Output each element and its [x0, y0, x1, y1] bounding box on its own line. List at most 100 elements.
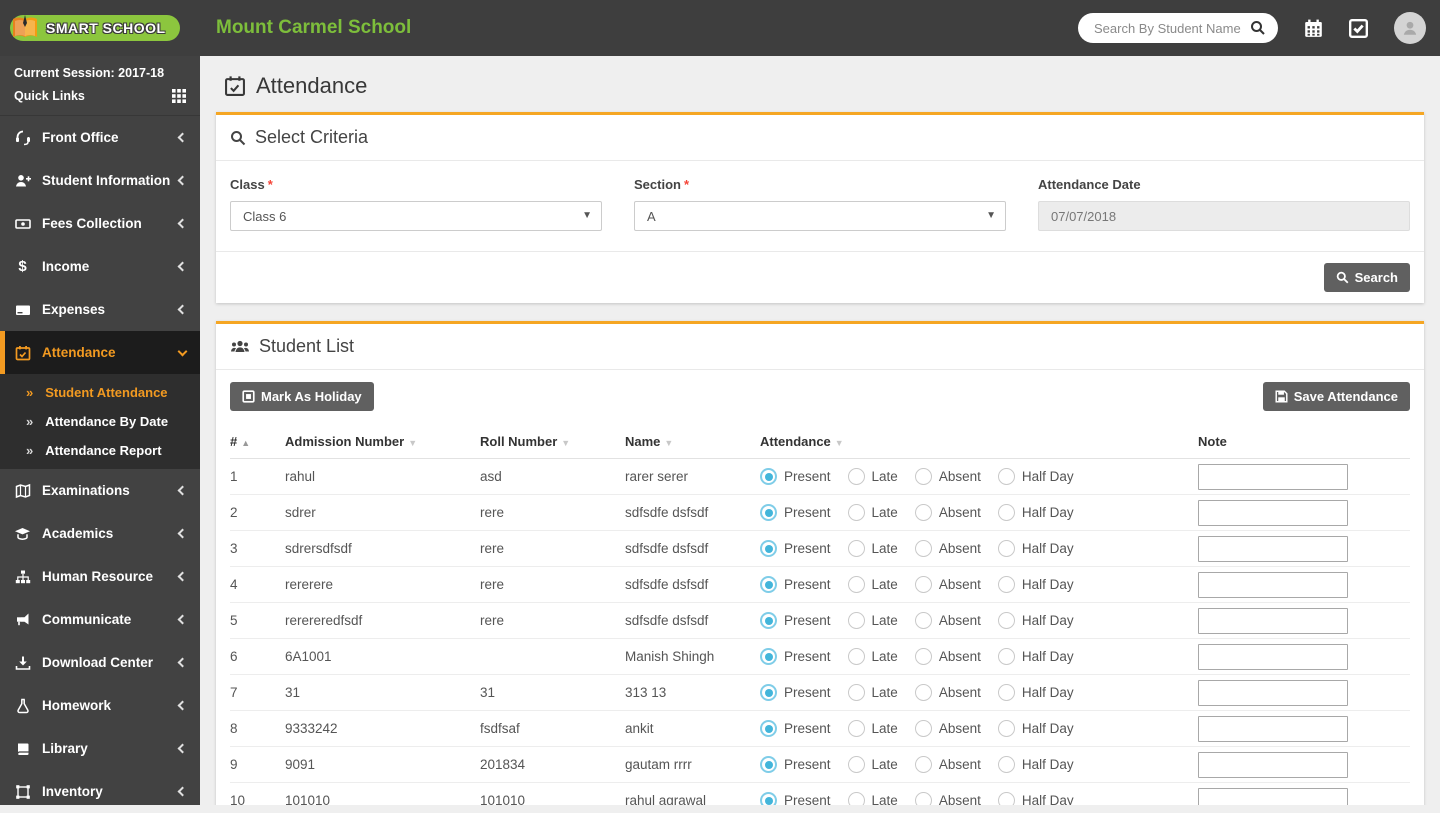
sidebar-item-examinations[interactable]: Examinations: [0, 469, 200, 512]
attendance-radio-absent[interactable]: [915, 792, 932, 805]
sidebar-item-label: Academics: [42, 526, 113, 541]
attendance-radio-halfday[interactable]: [998, 468, 1015, 485]
attendance-radio-present[interactable]: [760, 540, 777, 557]
attendance-radio-halfday[interactable]: [998, 540, 1015, 557]
task-check-icon[interactable]: [1349, 19, 1368, 38]
sidebar-item-expenses[interactable]: Expenses: [0, 288, 200, 331]
attendance-radio-halfday[interactable]: [998, 756, 1015, 773]
attendance-radio-absent[interactable]: [915, 720, 932, 737]
sidebar-item-student-information[interactable]: Student Information: [0, 159, 200, 202]
sidebar-item-income[interactable]: $ Income: [0, 245, 200, 288]
attendance-radio-present[interactable]: [760, 648, 777, 665]
attendance-radio-absent[interactable]: [915, 504, 932, 521]
attendance-date-input[interactable]: 07/07/2018: [1038, 201, 1410, 231]
column-header-note[interactable]: Note: [1198, 434, 1227, 449]
student-table: #▲ Admission Number▼ Roll Number▼ Name▼ …: [230, 425, 1410, 805]
attendance-radio-present[interactable]: [760, 684, 777, 701]
attendance-radio-absent[interactable]: [915, 648, 932, 665]
note-input[interactable]: [1198, 464, 1348, 490]
attendance-radio-late[interactable]: [848, 504, 865, 521]
note-input[interactable]: [1198, 500, 1348, 526]
attendance-radio-late[interactable]: [848, 792, 865, 805]
note-input[interactable]: [1198, 536, 1348, 562]
student-name: sdfsdfe dsfsdf: [625, 613, 708, 628]
attendance-radio-absent[interactable]: [915, 612, 932, 629]
row-number: 7: [230, 685, 238, 700]
sidebar-item-library[interactable]: Library: [0, 727, 200, 770]
attendance-radio-late[interactable]: [848, 720, 865, 737]
submenu-item-attendance-report[interactable]: »Attendance Report: [0, 436, 200, 465]
attendance-radio-present[interactable]: [760, 576, 777, 593]
save-attendance-button[interactable]: Save Attendance: [1263, 382, 1410, 411]
attendance-radio-halfday[interactable]: [998, 612, 1015, 629]
attendance-radio-absent[interactable]: [915, 468, 932, 485]
attendance-radio-late[interactable]: [848, 648, 865, 665]
radio-label: Late: [872, 613, 898, 628]
attendance-radio-halfday[interactable]: [998, 720, 1015, 737]
note-input[interactable]: [1198, 716, 1348, 742]
section-select[interactable]: A ▼: [634, 201, 1006, 231]
attendance-radio-present[interactable]: [760, 612, 777, 629]
sidebar-item-academics[interactable]: Academics: [0, 512, 200, 555]
sidebar-item-attendance[interactable]: Attendance: [0, 331, 200, 374]
search-icon[interactable]: [1250, 20, 1266, 36]
note-input[interactable]: [1198, 644, 1348, 670]
sidebar-item-download-center[interactable]: Download Center: [0, 641, 200, 684]
note-input[interactable]: [1198, 608, 1348, 634]
attendance-radio-halfday[interactable]: [998, 792, 1015, 805]
search-button[interactable]: Search: [1324, 263, 1410, 292]
note-input[interactable]: [1198, 752, 1348, 778]
logo-zone[interactable]: SMART SCHOOL: [0, 15, 200, 41]
sidebar-item-front-office[interactable]: Front Office: [0, 116, 200, 159]
student-name: rahul agrawal: [625, 793, 706, 805]
attendance-radio-halfday[interactable]: [998, 576, 1015, 593]
attendance-radio-halfday[interactable]: [998, 684, 1015, 701]
table-row: 10 101010 101010 rahul agrawal Present L…: [230, 783, 1410, 806]
student-name: sdfsdfe dsfsdf: [625, 577, 708, 592]
grid-icon[interactable]: [172, 89, 186, 103]
attendance-radio-late[interactable]: [848, 468, 865, 485]
attendance-radio-present[interactable]: [760, 792, 777, 805]
attendance-radio-halfday[interactable]: [998, 648, 1015, 665]
book-icon: [14, 741, 31, 757]
attendance-radio-present[interactable]: [760, 720, 777, 737]
attendance-radio-late[interactable]: [848, 684, 865, 701]
sidebar-item-homework[interactable]: Homework: [0, 684, 200, 727]
column-header-admission[interactable]: Admission Number: [285, 434, 404, 449]
attendance-radio-absent[interactable]: [915, 540, 932, 557]
column-header-num[interactable]: #: [230, 434, 237, 449]
class-select[interactable]: Class 6 ▼: [230, 201, 602, 231]
submenu-item-student-attendance[interactable]: »Student Attendance: [0, 378, 200, 407]
attendance-radio-present[interactable]: [760, 468, 777, 485]
sidebar-item-inventory[interactable]: Inventory: [0, 770, 200, 813]
user-avatar[interactable]: [1394, 12, 1426, 44]
attendance-radio-absent[interactable]: [915, 684, 932, 701]
attendance-radio-absent[interactable]: [915, 756, 932, 773]
student-search-input[interactable]: [1078, 13, 1278, 43]
sidebar-item-communicate[interactable]: Communicate: [0, 598, 200, 641]
note-input[interactable]: [1198, 680, 1348, 706]
note-input[interactable]: [1198, 572, 1348, 598]
box-icon: [14, 784, 31, 800]
column-header-attendance[interactable]: Attendance: [760, 434, 831, 449]
attendance-radio-late[interactable]: [848, 576, 865, 593]
calendar-icon[interactable]: [1304, 19, 1323, 38]
sidebar-item-label: Download Center: [42, 655, 153, 670]
quick-links-label[interactable]: Quick Links: [14, 89, 85, 103]
column-header-name[interactable]: Name: [625, 434, 660, 449]
radio-label: Present: [784, 613, 831, 628]
note-input[interactable]: [1198, 788, 1348, 806]
attendance-radio-halfday[interactable]: [998, 504, 1015, 521]
sidebar-item-fees-collection[interactable]: Fees Collection: [0, 202, 200, 245]
attendance-radio-present[interactable]: [760, 756, 777, 773]
page-title: Attendance: [256, 73, 367, 99]
mark-as-holiday-button[interactable]: Mark As Holiday: [230, 382, 374, 411]
attendance-radio-late[interactable]: [848, 540, 865, 557]
column-header-roll[interactable]: Roll Number: [480, 434, 557, 449]
attendance-radio-absent[interactable]: [915, 576, 932, 593]
attendance-radio-present[interactable]: [760, 504, 777, 521]
sidebar-item-human-resource[interactable]: Human Resource: [0, 555, 200, 598]
attendance-radio-late[interactable]: [848, 756, 865, 773]
submenu-item-attendance-by-date[interactable]: »Attendance By Date: [0, 407, 200, 436]
attendance-radio-late[interactable]: [848, 612, 865, 629]
